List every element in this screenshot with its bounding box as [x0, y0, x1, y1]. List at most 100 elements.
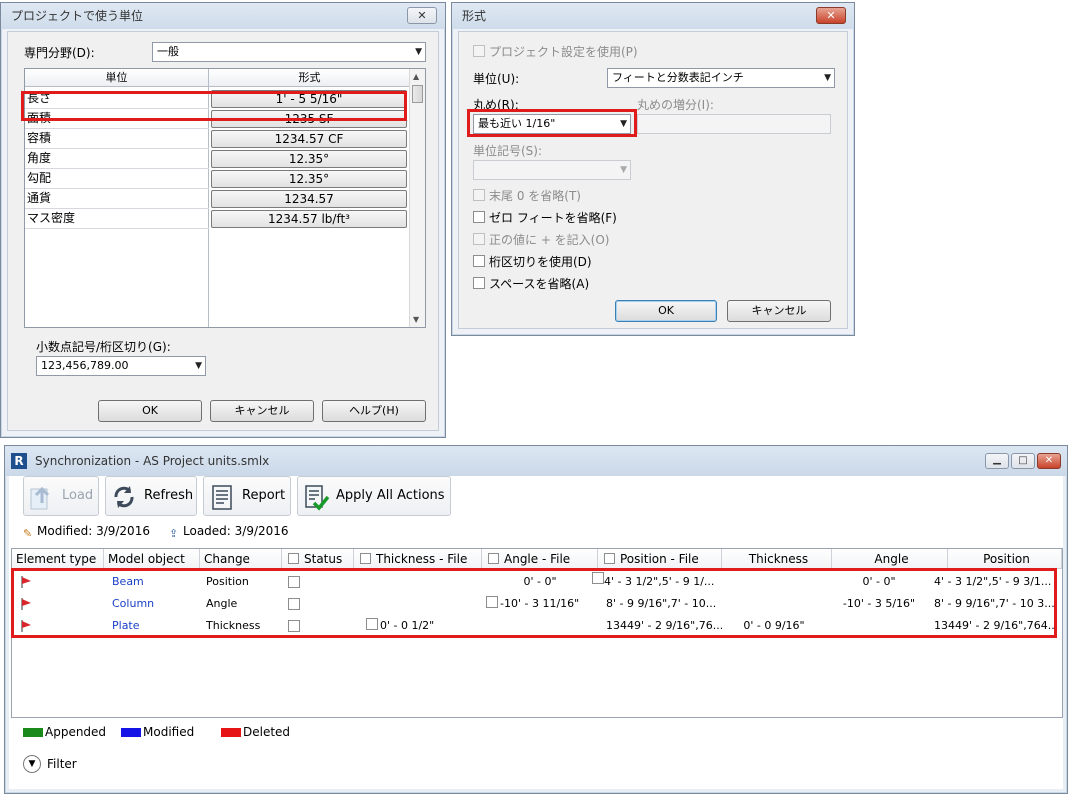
highlight-box — [21, 91, 407, 121]
unit-symbol-label: 単位記号(S): — [473, 144, 543, 158]
rounding-increment-input[interactable] — [637, 114, 831, 134]
decimal-value: 123,456,789.00 — [41, 359, 129, 372]
suppress-spaces-label: スペースを省略(A) — [489, 277, 590, 291]
column-header-format: 形式 — [209, 69, 411, 87]
close-button[interactable]: ✕ — [407, 7, 437, 24]
column-header: Thickness — [722, 549, 832, 569]
modified-text: Modified: 3/9/2016 — [37, 524, 150, 538]
column-header: Element type — [12, 549, 104, 569]
chevron-down-icon[interactable]: ▼ — [23, 755, 41, 773]
apply-all-label: Apply All Actions — [336, 488, 445, 503]
column-header: Position — [948, 549, 1062, 569]
pencil-icon: ✎ — [23, 527, 33, 540]
column-header-label: Thickness - File — [376, 552, 468, 566]
vertical-scrollbar[interactable]: ▲ ▼ — [409, 69, 425, 327]
refresh-icon — [114, 486, 134, 508]
scroll-down-icon[interactable]: ▼ — [413, 315, 419, 324]
filter-label[interactable]: Filter — [47, 757, 77, 771]
load-icon: ⇪ — [169, 527, 179, 540]
refresh-button[interactable]: Refresh — [105, 476, 197, 516]
show-plus-checkbox[interactable] — [473, 233, 485, 245]
help-button[interactable]: ヘルプ(H) — [322, 400, 426, 422]
scroll-up-icon[interactable]: ▲ — [413, 72, 419, 81]
cancel-button[interactable]: キャンセル — [727, 300, 831, 322]
column-header: Angle — [832, 549, 948, 569]
format-button[interactable]: 1234.57 lb/ft³ — [211, 210, 407, 228]
highlight-box — [11, 568, 1057, 638]
load-label: Load — [62, 488, 94, 503]
cancel-button[interactable]: キャンセル — [210, 400, 314, 422]
column-header: Position - File — [598, 549, 722, 569]
minimize-icon[interactable]: ▁ — [985, 453, 1009, 469]
dialog-title: プロジェクトで使う単位 ✕ — [1, 3, 445, 29]
column-header: Thickness - File — [354, 549, 482, 569]
column-header: Status — [282, 549, 354, 569]
column-header: Change — [200, 549, 282, 569]
column-header-label: Model object — [108, 552, 185, 566]
legend-label: Deleted — [243, 725, 291, 739]
discipline-label: 専門分野(D): — [24, 46, 95, 60]
unit-cell: 容積 — [25, 129, 208, 149]
suppress-spaces-checkbox[interactable] — [473, 277, 485, 289]
use-project-settings-checkbox[interactable] — [473, 45, 485, 57]
unit-cell: 勾配 — [25, 169, 208, 189]
load-button[interactable]: Load — [23, 476, 99, 516]
maximize-icon[interactable]: □ — [1011, 453, 1035, 469]
close-button[interactable]: ✕ — [816, 7, 846, 24]
suppress-zero-feet-label: ゼロ フィートを省略(F) — [489, 211, 617, 225]
legend-swatch — [121, 728, 141, 737]
header-checkbox[interactable] — [288, 553, 299, 564]
dialog-title-text: 形式 — [462, 9, 487, 23]
window-title: R Synchronization - AS Project units.sml… — [5, 446, 1067, 476]
units-value: フィートと分数表記インチ — [612, 71, 744, 84]
ok-button[interactable]: OK — [615, 300, 717, 322]
header-checkbox[interactable] — [488, 553, 499, 564]
column-header-label: Status — [304, 552, 343, 566]
unit-cell: 通貨 — [25, 189, 208, 209]
column-header-label: Change — [204, 552, 250, 566]
discipline-value: 一般 — [157, 45, 179, 58]
apply-all-icon — [305, 485, 330, 511]
chevron-down-icon: ▼ — [195, 361, 202, 371]
legend-label: Modified — [143, 725, 195, 739]
column-header-unit: 単位 — [25, 69, 209, 87]
column-header: Angle - File — [482, 549, 598, 569]
report-label: Report — [242, 488, 286, 503]
column-header-label: Element type — [16, 552, 97, 566]
loaded-text: Loaded: 3/9/2016 — [183, 524, 289, 538]
discipline-select[interactable]: 一般 ▼ — [152, 42, 426, 62]
digit-grouping-label: 桁区切りを使用(D) — [489, 255, 592, 269]
units-select[interactable]: フィートと分数表記インチ ▼ — [607, 68, 835, 88]
unit-symbol-select[interactable]: ▼ — [473, 160, 631, 180]
column-header: Model object — [104, 549, 200, 569]
column-header-label: Position - File — [620, 552, 699, 566]
header-checkbox[interactable] — [360, 553, 371, 564]
window-body: Load Refresh Report Apply All Actions ✎ M… — [9, 476, 1063, 789]
refresh-label: Refresh — [144, 488, 194, 503]
format-button[interactable]: 12.35° — [211, 150, 407, 168]
modified-date: ✎ Modified: 3/9/2016 — [23, 524, 150, 540]
format-button[interactable]: 1234.57 CF — [211, 130, 407, 148]
synchronization-window: R Synchronization - AS Project units.sml… — [4, 445, 1068, 794]
format-button[interactable]: 1234.57 — [211, 190, 407, 208]
suppress-zero-feet-checkbox[interactable] — [473, 211, 485, 223]
column-header-label: Position — [983, 552, 1030, 566]
decimal-select[interactable]: 123,456,789.00 ▼ — [36, 356, 206, 376]
digit-grouping-checkbox[interactable] — [473, 255, 485, 267]
format-dialog: 形式 ✕ プロジェクト設定を使用(P) 単位(U): フィートと分数表記インチ … — [451, 2, 855, 336]
suppress-trailing-zeros-checkbox[interactable] — [473, 189, 485, 201]
dialog-title-text: プロジェクトで使う単位 — [11, 9, 144, 23]
close-icon[interactable]: ✕ — [1037, 453, 1061, 469]
report-button[interactable]: Report — [203, 476, 291, 516]
scroll-thumb[interactable] — [412, 85, 423, 103]
column-header-label: Angle - File — [504, 552, 571, 566]
chevron-down-icon: ▼ — [824, 73, 831, 83]
apply-all-actions-button[interactable]: Apply All Actions — [297, 476, 451, 516]
rounding-increment-label: 丸めの増分(I): — [637, 98, 714, 112]
use-project-settings-label: プロジェクト設定を使用(P) — [489, 45, 638, 59]
dialog-body: プロジェクト設定を使用(P) 単位(U): フィートと分数表記インチ ▼ 丸め(… — [458, 31, 848, 329]
header-checkbox[interactable] — [604, 553, 615, 564]
window-title-text: Synchronization - AS Project units.smlx — [35, 454, 270, 468]
ok-button[interactable]: OK — [98, 400, 202, 422]
format-button[interactable]: 12.35° — [211, 170, 407, 188]
